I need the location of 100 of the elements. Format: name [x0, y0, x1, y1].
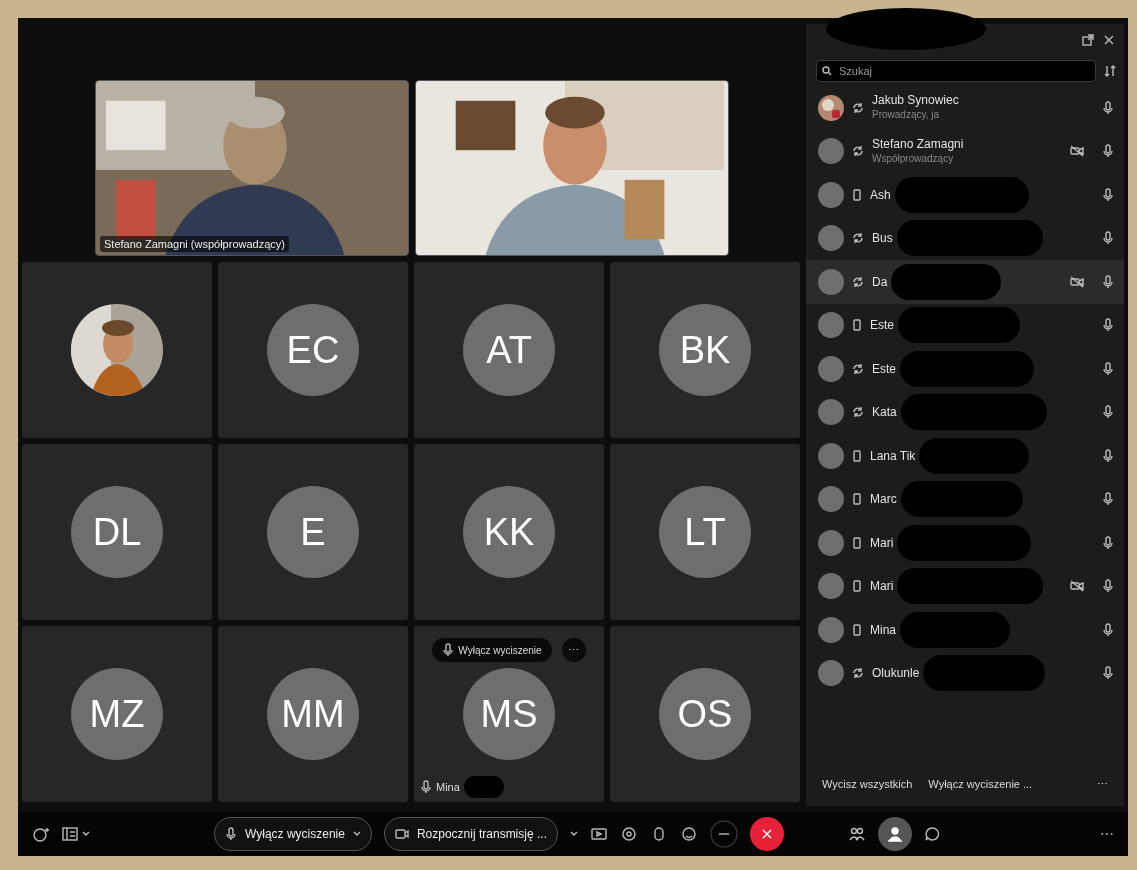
more-button[interactable]: ⋯: [561, 638, 586, 662]
search-field[interactable]: Szukaj: [816, 60, 1096, 82]
muted-icon: [1102, 100, 1114, 115]
avatar: [818, 573, 844, 600]
muted-icon: [1102, 231, 1114, 246]
participant-role: Prowadzący, ja: [872, 108, 941, 123]
muted-icon: [1102, 144, 1114, 159]
muted-icon: [1102, 492, 1114, 507]
unmute-button[interactable]: Wyłącz wyciszenie: [432, 638, 552, 662]
participant-row[interactable]: Lana Tik: [806, 434, 1124, 478]
participant-name: Mina: [436, 779, 460, 795]
muted-icon: [1102, 187, 1114, 202]
avatar-initials: BK: [659, 304, 751, 396]
participant-row[interactable]: Jakub Synowiec Prowadzący, ja: [806, 86, 1124, 130]
avatar-initials: DL: [71, 486, 163, 578]
record-button[interactable]: [619, 826, 638, 842]
avatar-initials: KK: [463, 486, 555, 578]
participant-name: Olukunle: [872, 666, 920, 681]
record-icon: [619, 826, 638, 842]
unmute-button[interactable]: Wyłącz wyciszenie: [214, 817, 372, 851]
participant-name: Stefano Zamagni (współprowadzący): [100, 235, 289, 252]
participant-row[interactable]: Marc: [806, 477, 1124, 521]
muted-icon: [1102, 448, 1114, 463]
participant-row[interactable]: Ash: [806, 173, 1124, 217]
participant-row[interactable]: Este: [806, 347, 1124, 391]
participant-row[interactable]: Mina: [806, 608, 1124, 652]
avatar-initials: MS: [463, 668, 555, 760]
caret-icon: [82, 831, 90, 837]
person-icon: [886, 826, 903, 842]
camera-icon: [394, 828, 409, 840]
participant-name: Bus: [872, 231, 893, 246]
participant-name: Kata: [872, 405, 897, 420]
participant-name: Mina: [870, 622, 896, 637]
chat-button[interactable]: [923, 826, 940, 842]
avatar-initials: AT: [463, 304, 555, 396]
participant-name: Este: [870, 318, 894, 333]
participant-name: Stefano Zamagni: [872, 136, 964, 151]
muted-icon: [1102, 622, 1114, 637]
avatar-initials: E: [267, 486, 359, 578]
microphone-icon: [225, 827, 237, 841]
participant-row[interactable]: Stefano Zamagni Współprowadzący: [806, 129, 1124, 173]
avatar: [818, 181, 844, 208]
microphone-icon: [442, 643, 455, 657]
share-button[interactable]: [589, 826, 608, 842]
participant-row[interactable]: Mari: [806, 564, 1124, 608]
muted-icon: [1102, 274, 1114, 289]
avatar: [818, 355, 844, 382]
avatar: [818, 399, 844, 426]
pop-out-icon[interactable]: [1082, 34, 1094, 46]
effects-icon: [32, 826, 50, 842]
close-icon: [761, 829, 772, 839]
caret-icon: [352, 831, 361, 837]
participant-name: Da: [872, 274, 888, 289]
avatar: [818, 442, 844, 469]
reactions-button[interactable]: [679, 826, 698, 842]
mute-all-button[interactable]: Wycisz wszystkich: [822, 775, 913, 792]
apps-button[interactable]: [847, 826, 866, 842]
participant-name: Marc: [870, 492, 897, 507]
sort-icon[interactable]: [1104, 65, 1116, 77]
avatar-initials: MM: [267, 668, 359, 760]
muted-icon: [1102, 318, 1114, 333]
participant-row[interactable]: Bus: [806, 216, 1124, 260]
avatar: [818, 660, 844, 687]
reactions-icon: [679, 826, 698, 842]
muted-icon: [1102, 535, 1114, 550]
avatar-initials: MZ: [71, 668, 163, 760]
muted-icon: [1102, 666, 1114, 681]
end-call-button[interactable]: [749, 817, 784, 851]
participants-button[interactable]: [877, 817, 912, 851]
chat-icon: [923, 826, 940, 842]
layout-icon: [62, 827, 78, 841]
avatar: [818, 312, 844, 339]
effects-button[interactable]: [32, 826, 50, 842]
avatar: [818, 94, 844, 121]
caret-icon[interactable]: [569, 831, 578, 837]
participant-row[interactable]: Mari: [806, 521, 1124, 565]
share-icon: [589, 826, 608, 842]
participant-name: Mari: [870, 579, 894, 594]
participant-name: Jakub Synowiec: [872, 93, 959, 108]
start-video-button[interactable]: Rozpocznij transmisję ...: [383, 817, 558, 851]
participant-name: Lana Tik: [870, 448, 916, 463]
more-button[interactable]: ⋯: [1100, 823, 1114, 845]
participant-row[interactable]: Olukunle: [806, 651, 1124, 695]
layout-button[interactable]: [62, 827, 90, 841]
unmute-all-button[interactable]: Wyłącz wyciszenie ...: [928, 775, 1033, 792]
muted-icon: [1102, 405, 1114, 420]
participant-row[interactable]: Este: [806, 303, 1124, 347]
participant-row[interactable]: Kata: [806, 390, 1124, 434]
avatar: [818, 529, 844, 556]
avatar-initials: LT: [659, 486, 751, 578]
avatar-initials: OS: [659, 668, 751, 760]
close-icon[interactable]: [1104, 35, 1114, 45]
avatar: [818, 268, 844, 295]
avatar-initials: EC: [267, 304, 359, 396]
muted-icon: [420, 780, 432, 794]
more-button[interactable]: ⋯: [1097, 775, 1108, 792]
participant-row[interactable]: Da: [806, 260, 1124, 304]
avatar: [818, 225, 844, 252]
people-icon: [847, 826, 866, 842]
avatar: [818, 486, 844, 513]
